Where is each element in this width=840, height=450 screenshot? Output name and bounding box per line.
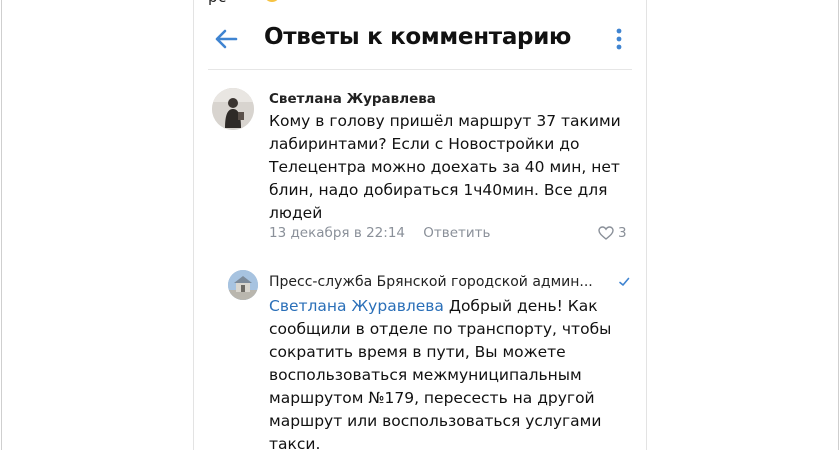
top-text-fragment: рс <box>208 0 227 6</box>
left-border-line <box>1 0 2 450</box>
right-border-line <box>838 0 839 450</box>
page-title: Ответы к комментарию <box>264 24 572 50</box>
phone-screenshot: рс Ответы к комментарию Светлана Журавле… <box>193 0 647 450</box>
reply-button[interactable]: Ответить <box>423 225 490 241</box>
mention-link[interactable]: Светлана Журавлева <box>269 297 444 315</box>
heart-icon <box>598 226 614 240</box>
arrow-left-icon[interactable] <box>214 28 238 50</box>
comment-meta: 13 декабря в 22:14 Ответить <box>269 225 491 241</box>
verified-check-icon <box>619 277 630 286</box>
reply-body: Добрый день! Как сообщили в отделе по тр… <box>269 297 612 450</box>
like-count: 3 <box>618 225 627 241</box>
comment-text: Кому в голову пришёл маршрут 37 такими л… <box>269 112 621 222</box>
reply-author[interactable]: Пресс-служба Брянской городской админ... <box>269 274 593 290</box>
emoji-icon <box>264 0 280 2</box>
vertical-dots-icon[interactable] <box>610 26 628 52</box>
comment-date: 13 декабря в 22:14 <box>269 225 405 241</box>
header-divider <box>208 69 632 70</box>
avatar[interactable] <box>212 88 254 130</box>
app-header: Ответы к комментарию <box>194 18 646 62</box>
like-button[interactable]: 3 <box>598 225 627 241</box>
avatar[interactable] <box>228 270 258 300</box>
reply-text: Светлана Журавлева Добрый день! Как сооб… <box>269 295 629 450</box>
comment-author[interactable]: Светлана Журавлева <box>269 91 436 107</box>
